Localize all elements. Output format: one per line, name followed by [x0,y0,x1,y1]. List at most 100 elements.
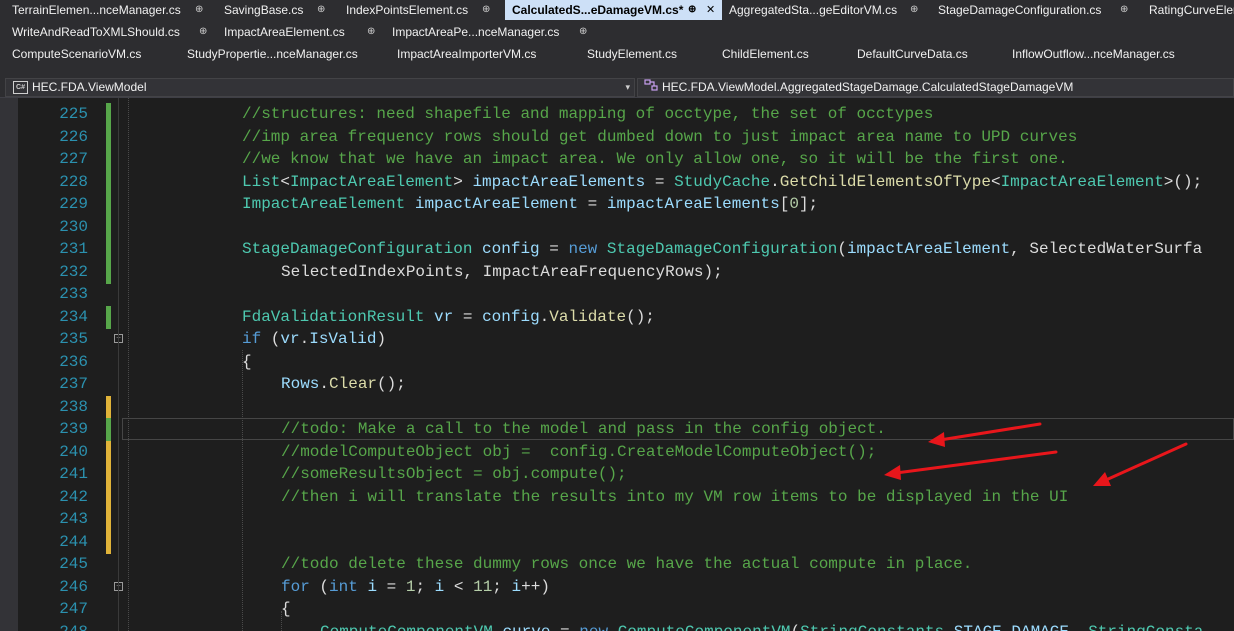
code-line: 248 ComputeComponentVM curve = new Comput… [0,621,1234,631]
code-text: ImpactAreaElement impactAreaElement = im… [242,193,818,216]
pin-icon[interactable]: ⊕ [317,0,325,20]
change-indicator [106,170,111,194]
code-text: List<ImpactAreaElement> impactAreaElemen… [242,171,1202,194]
code-token: //then i will translate the results into… [281,487,1069,506]
pin-icon[interactable]: ⊕ [1120,0,1128,20]
close-icon[interactable]: ✕ [706,0,715,20]
code-line: 247 { [0,598,1234,621]
document-tab[interactable]: ChildElement.cs [715,44,850,64]
document-tab[interactable]: StudyElement.cs [580,44,715,64]
document-tab[interactable]: StageDamageConfiguration.cs ⊕ [931,0,1138,20]
class-icon [644,79,658,96]
code-line: 245 //todo delete these dummy rows once w… [0,553,1234,576]
code-line: 231 StageDamageConfiguration config = new… [0,238,1234,261]
code-token: . [770,172,780,191]
document-tab[interactable]: ComputeScenarioVM.cs [5,44,180,64]
code-token: >(); [1163,172,1203,191]
document-tab[interactable]: StudyPropertie...nceManager.cs [180,44,390,64]
tab-label: ImpactAreaImporterVM.cs [397,47,537,61]
document-tab[interactable]: TerrainElemen...nceManager.cs ⊕ [5,0,213,20]
code-token: (); [626,307,655,326]
code-token: Clear [329,375,378,393]
pin-icon[interactable]: ⊕ [688,0,696,20]
code-text: //structures: need shapefile and mapping… [242,103,933,126]
code-line: 242 //then i will translate the results i… [0,485,1234,509]
code-token: //todo: Make a call to the model and pas… [281,420,886,438]
code-line: 246− for (int i = 1; i < 11; i++) [0,576,1234,599]
document-tab[interactable]: RatingCurveEler [1142,0,1234,20]
document-tab[interactable]: SavingBase.cs ⊕ [217,0,335,20]
code-token: StringConstants [800,623,944,631]
line-number: 246 [59,577,88,596]
code-token: curve [502,623,550,631]
tab-label: WriteAndReadToXMLShould.cs [12,25,180,39]
line-number: 244 [59,532,88,551]
project-dropdown[interactable]: C# HEC.FDA.ViewModel ▾ [5,78,635,97]
code-token: Validate [549,307,627,326]
type-path: HEC.FDA.ViewModel.AggregatedStageDamage.… [662,80,1074,94]
code-token: StageDamageConfiguration [606,240,838,258]
tab-label: ChildElement.cs [722,47,809,61]
change-indicator [106,125,111,149]
document-tab[interactable]: IndexPointsElement.cs ⊕ [339,0,500,20]
code-line: 237 Rows.Clear(); [0,373,1234,396]
document-tab[interactable]: AggregatedSta...geEditorVM.cs ⊕ [722,0,928,20]
line-number: 239 [59,420,88,438]
code-token: ImpactAreaElement [290,172,454,191]
pin-icon[interactable]: ⊕ [910,0,918,20]
pin-icon[interactable]: ⊕ [195,0,203,20]
change-indicator [106,193,111,216]
code-token: = [539,240,569,258]
code-text: //imp area frequency rows should get dum… [242,126,1077,149]
pin-icon[interactable]: ⊕ [199,22,207,42]
code-line: 232 SelectedIndexPoints, ImpactAreaFreque… [0,260,1234,284]
line-number: 228 [59,172,88,191]
document-tab[interactable]: CalculatedS...eDamageVM.cs* ⊕ ✕ [505,0,722,20]
document-tab[interactable]: DefaultCurveData.cs [850,44,1005,64]
tab-label: InflowOutflow...nceManager.cs [1012,47,1175,61]
tab-label: StudyElement.cs [587,47,678,61]
indent-guide [281,611,282,631]
code-token: GetChildElementsOfType [779,172,991,191]
pin-icon[interactable]: ⊕ [367,22,375,42]
code-editor[interactable]: 225 //structures: need shapefile and mapp… [0,98,1234,631]
code-line: 236 { [0,351,1234,374]
code-token: i [511,577,522,596]
code-token: IsValid [309,330,377,348]
code-token: { [242,352,252,371]
type-dropdown[interactable]: HEC.FDA.ViewModel.AggregatedStageDamage.… [637,78,1234,97]
tab-label: TerrainElemen...nceManager.cs [12,3,181,17]
pin-icon[interactable]: ⊕ [482,0,490,20]
document-tab[interactable]: ImpactAreaElement.cs ⊕ [217,22,385,42]
tab-label: StageDamageConfiguration.cs [938,3,1102,17]
document-tab[interactable]: InflowOutflow...nceManager.cs [1005,44,1220,64]
code-token: ( [837,240,847,258]
line-number: 235 [59,330,88,348]
line-number: 234 [59,307,88,326]
indent-guide [242,350,243,631]
change-indicator [106,463,111,486]
code-text: StageDamageConfiguration config = new St… [242,238,1202,261]
line-number: 225 [59,105,88,123]
code-token: for [281,577,310,596]
tab-label: ComputeScenarioVM.cs [12,47,142,61]
code-text: if (vr.IsValid) [242,328,386,351]
document-tab[interactable]: ImpactAreaImporterVM.cs [390,44,580,64]
code-token: SelectedIndexPoints, ImpactAreaFrequency… [281,262,723,281]
tab-label: ImpactAreaPe...nceManager.cs [392,25,560,39]
change-indicator [106,305,111,329]
code-line: 238 [0,395,1234,419]
code-line: 227 //we know that we have an impact area… [0,148,1234,171]
code-line: 244 [0,530,1234,554]
code-line: 243 [0,508,1234,531]
code-token: ]; [798,195,819,213]
document-tab[interactable]: ImpactAreaPe...nceManager.cs ⊕ [385,22,597,42]
document-tab[interactable]: WriteAndReadToXMLShould.cs ⊕ [5,22,217,42]
change-indicator [106,148,111,171]
code-token: = [645,172,675,191]
pin-icon[interactable]: ⊕ [579,22,587,42]
